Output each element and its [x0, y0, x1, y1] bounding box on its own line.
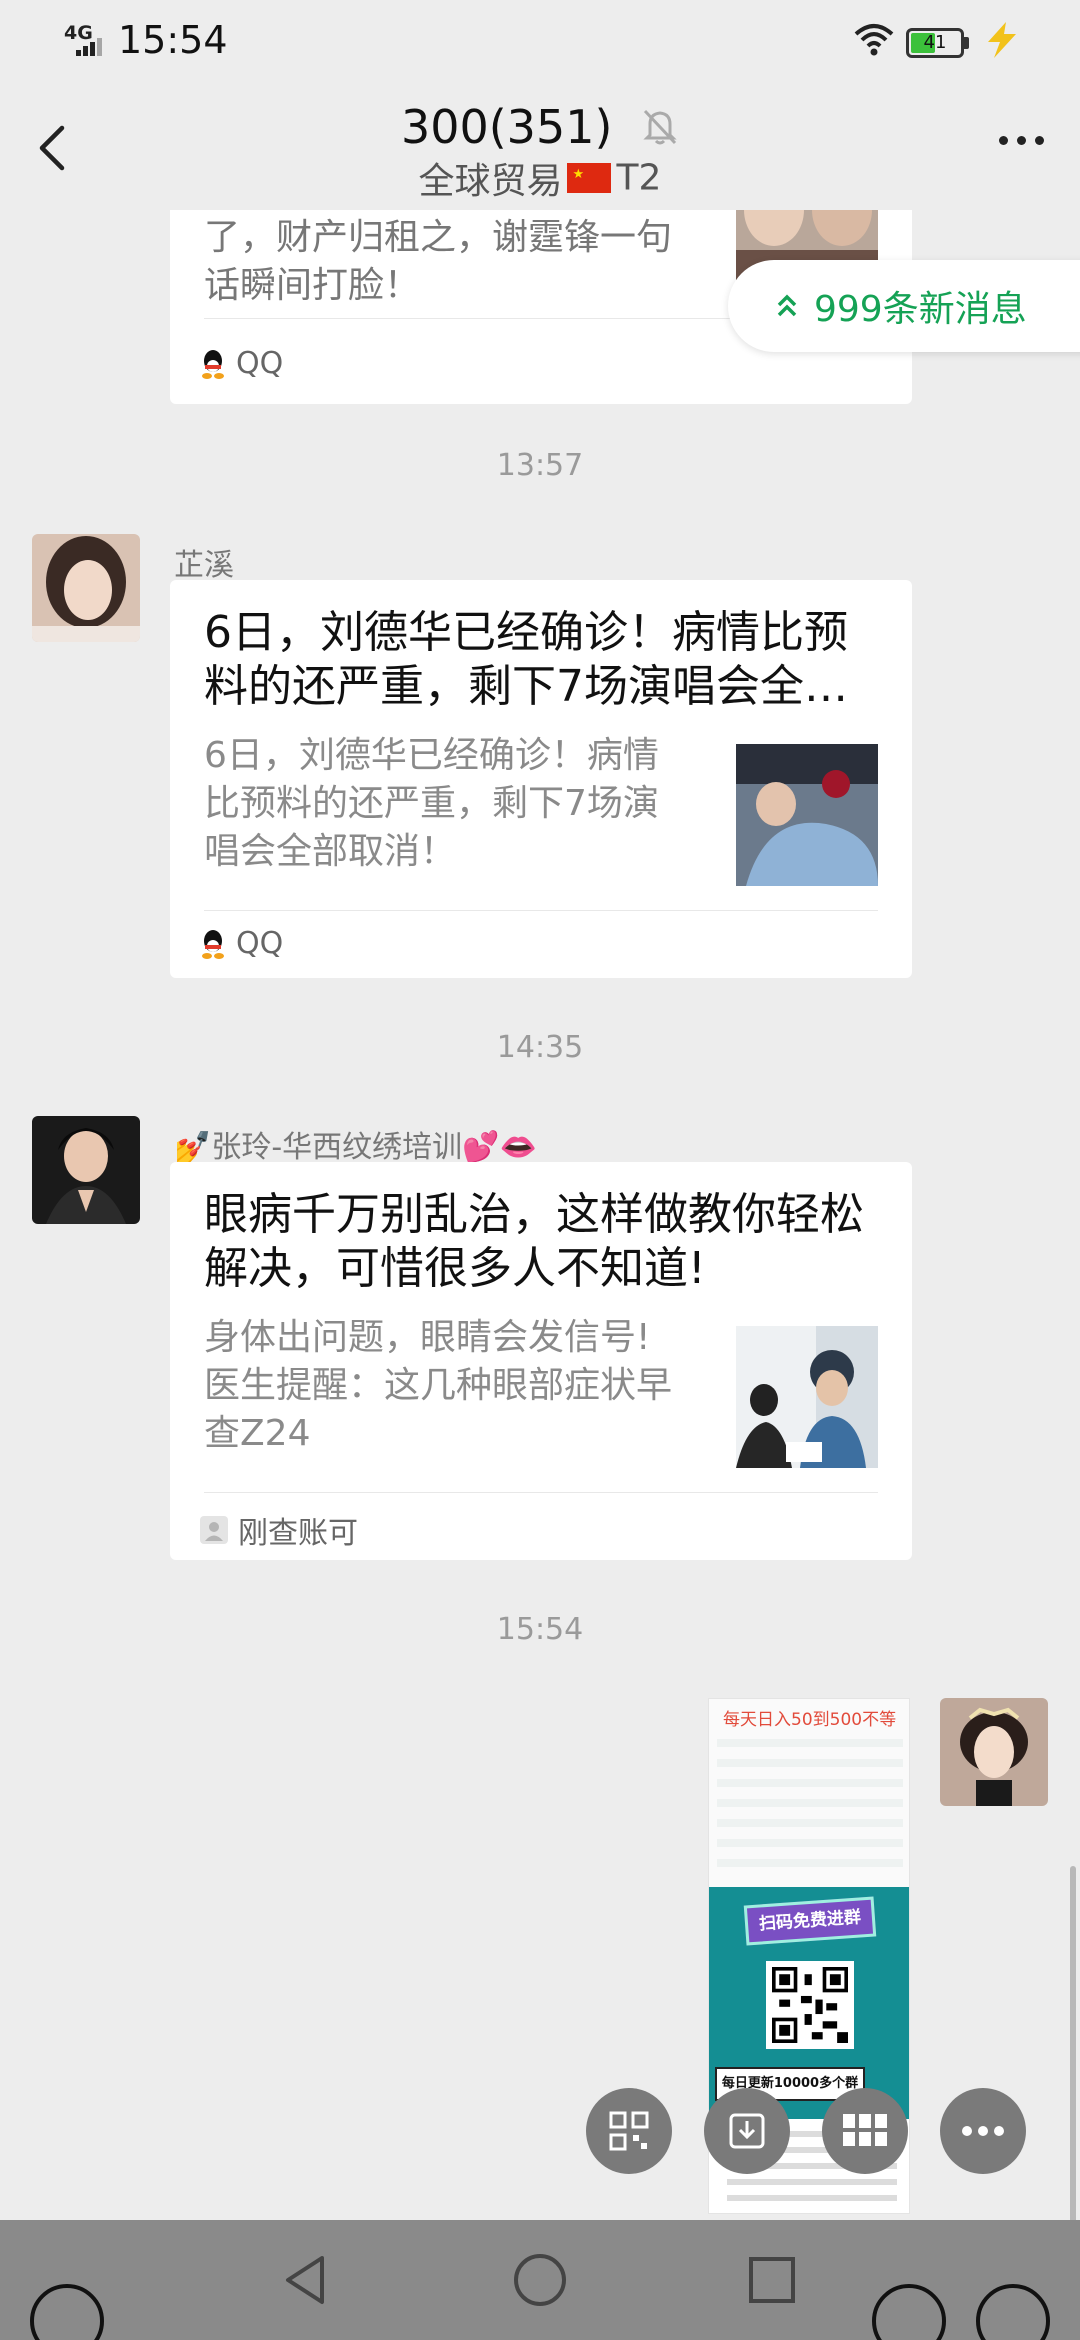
nav-back-button[interactable] [278, 2250, 338, 2310]
user-icon [200, 1516, 228, 1544]
more-icon [962, 2126, 1004, 2136]
timestamp: 14:35 [496, 1030, 584, 1065]
sender-name: 芷溪 [174, 548, 234, 583]
card-thumbnail [736, 744, 878, 886]
card-source: QQ [200, 926, 283, 961]
chat-title: 300(351) [0, 96, 1080, 154]
qr-code-image [766, 1961, 854, 2049]
battery-level: 41 [923, 32, 947, 53]
china-flag-icon: ★ [566, 163, 611, 193]
card-title: 了，财产归租之，谢霆锋一句话瞬间打脸！ [204, 217, 673, 306]
more-actions-button[interactable] [940, 2088, 1026, 2174]
timestamp: 13:57 [496, 448, 584, 483]
card-thumbnail [736, 1326, 878, 1468]
card-source: QQ [200, 346, 283, 381]
status-bar: 4G 15:54 41 [0, 0, 1080, 80]
qq-icon [202, 349, 224, 379]
download-icon [729, 2113, 765, 2149]
new-messages-label: 999条新消息 [814, 289, 1027, 330]
new-messages-button[interactable]: 999条新消息 [728, 260, 1080, 352]
wifi-icon [854, 24, 894, 56]
chat-messages[interactable]: 了，财产归租之，谢霆锋一句话瞬间打脸！ QQ 13:57 芷溪 6日，刘德华已经… [0, 210, 1080, 2220]
nav-recents-button[interactable] [742, 2250, 802, 2310]
double-chevron-up-icon [777, 294, 797, 317]
chat-subtitle: 全球贸易 ★ T2 [418, 157, 662, 203]
link-card[interactable]: 眼病千万别乱治，这样做教你轻松解决，可惜很多人不知道! 身体出问题，眼睛会发信号… [170, 1162, 912, 1560]
my-avatar[interactable] [940, 1698, 1048, 1806]
image-headline: 每天日入50到500不等 [723, 1710, 897, 1730]
card-title: 6日，刘德华已经确诊！病情比预料的还严重，剩下7场演唱会全… [204, 607, 848, 712]
card-description: 6日，刘德华已经确诊！病情比预料的还严重，剩下7场演唱会全部取消！ [204, 735, 659, 872]
signal-icon [76, 38, 106, 56]
avatar[interactable] [32, 1116, 140, 1224]
qr-code-icon [609, 2111, 649, 2151]
group-name-count: 300(351) [400, 99, 613, 154]
card-description: 身体出问题，眼睛会发信号!医生提醒：这几种眼部症状早查Z24 [204, 1317, 673, 1454]
grid-button[interactable] [822, 2088, 908, 2174]
grid-icon [843, 2114, 887, 2146]
avatar[interactable] [32, 534, 140, 642]
qq-icon [202, 929, 224, 959]
chat-header: 300(351) 全球贸易 ★ T2 [0, 80, 1080, 210]
card-title: 眼病千万别乱治，这样做教你轻松解决，可惜很多人不知道! [204, 1189, 864, 1294]
status-time: 15:54 [118, 18, 228, 62]
more-options-button[interactable] [999, 136, 1044, 145]
timestamp: 15:54 [496, 1612, 584, 1647]
charging-icon [988, 22, 1016, 58]
sender-name: 💅张玲-华西纹绣培训💕👄 [174, 1130, 537, 1165]
battery-icon: 41 [906, 28, 964, 58]
image-banner: 扫码免费进群 [743, 1896, 877, 1946]
download-button[interactable] [704, 2088, 790, 2174]
nav-home-button[interactable] [510, 2250, 570, 2310]
qr-code-button[interactable] [586, 2088, 672, 2174]
scrollbar[interactable] [1070, 1866, 1076, 2246]
mute-icon [643, 109, 677, 144]
card-source: 刚查账可 [200, 1508, 358, 1552]
link-card[interactable]: 6日，刘德华已经确诊！病情比预料的还严重，剩下7场演唱会全… 6日，刘德华已经确… [170, 580, 912, 978]
